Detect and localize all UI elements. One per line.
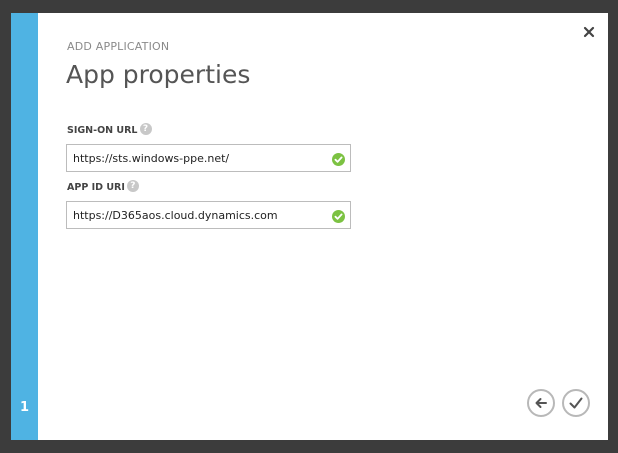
dialog-subtitle: ADD APPLICATION: [67, 40, 170, 53]
valid-check-icon: [332, 151, 345, 166]
app-id-uri-input[interactable]: [67, 202, 328, 228]
sign-on-url-input[interactable]: [67, 145, 328, 171]
page-title: App properties: [66, 60, 251, 89]
wizard-step-rail: 1: [11, 13, 38, 440]
back-button[interactable]: [527, 389, 555, 417]
checkmark-icon: [569, 397, 583, 409]
sign-on-url-label: SIGN-ON URL ?: [67, 122, 152, 136]
complete-button[interactable]: [562, 389, 590, 417]
step-number: 1: [19, 400, 30, 415]
help-icon[interactable]: ?: [139, 122, 152, 135]
add-application-dialog: 1 ADD APPLICATION App properties SIGN-ON…: [11, 13, 608, 440]
valid-check-icon: [332, 208, 345, 223]
app-id-uri-label-text: APP ID URI: [67, 182, 125, 193]
app-id-uri-field: [66, 201, 351, 229]
app-id-uri-label: APP ID URI ?: [67, 179, 139, 193]
sign-on-url-label-text: SIGN-ON URL: [67, 125, 138, 136]
sign-on-url-field: [66, 144, 351, 172]
back-arrow-icon: [535, 398, 547, 408]
help-icon[interactable]: ?: [126, 179, 139, 192]
close-icon[interactable]: [582, 24, 596, 38]
